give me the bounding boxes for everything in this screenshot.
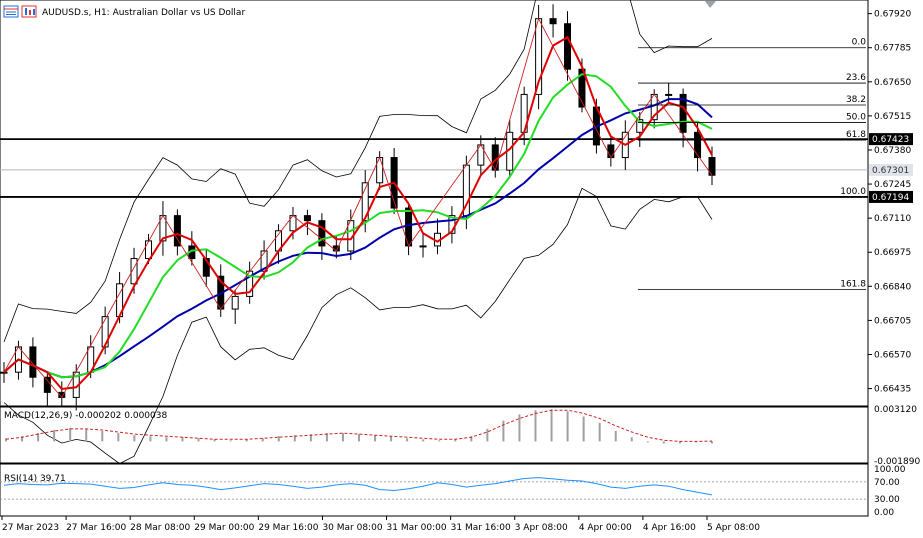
main-chart-panel [0, 0, 869, 407]
candle-body [694, 131, 702, 159]
rsi-label: RSI(14) 39.71 [4, 474, 66, 484]
candle-body [665, 93, 673, 96]
candle-body [303, 215, 311, 222]
candle-body [419, 245, 427, 248]
time-tick-label: 27 Mar 2023 [2, 523, 59, 533]
rsi-panel [0, 463, 869, 517]
fib-level-label: 38.2 [846, 95, 866, 105]
fib-level-label: 100.0 [840, 187, 866, 197]
price-tick-label: 0.67920 [874, 10, 911, 20]
price-tick-label: 0.67515 [874, 112, 911, 122]
fib-level-label: 23.6 [846, 73, 866, 83]
price-tick-label: 0.66570 [874, 351, 911, 361]
time-tick-label: 29 Mar 00:00 [194, 523, 254, 533]
rsi-tick-label: 0.00 [874, 508, 894, 518]
symbol-title: AUDUSD.s, H1: Australian Dollar vs US Do… [42, 8, 245, 18]
price-tick-label: 0.67380 [874, 146, 911, 156]
candle-body [564, 23, 572, 70]
rsi-tick-label: 100.00 [874, 465, 906, 475]
bar-chart-icon[interactable] [21, 5, 37, 18]
price-tick-label: 0.66975 [874, 248, 911, 258]
candle-body [0, 371, 8, 374]
price-label: 0.67194 [872, 193, 909, 203]
candle-body [231, 295, 239, 310]
fib-level-label: 50.0 [846, 112, 866, 122]
macd-tick-label: 0.003120 [874, 405, 917, 415]
candle-body [144, 240, 152, 260]
rsi-tick-label: 70.00 [874, 478, 900, 488]
time-tick-label: 30 Mar 08:00 [322, 523, 382, 533]
price-label: 0.67423 [872, 135, 909, 145]
price-tick-label: 0.67785 [874, 44, 911, 54]
candle-body [29, 346, 37, 378]
price-tick-label: 0.67245 [874, 180, 911, 190]
rsi-tick-label: 30.00 [874, 495, 900, 505]
price-tick-label: 0.66705 [874, 316, 911, 326]
price-tick-label: 0.66435 [874, 385, 911, 395]
price-label: 0.67301 [872, 166, 909, 176]
time-tick-label: 3 Apr 08:00 [515, 523, 568, 533]
fib-level-label: 61.8 [846, 130, 866, 140]
trading-chart[interactable]: AUDUSD.s, H1: Australian Dollar vs US Do… [0, 0, 923, 538]
chart-grid-icon[interactable] [3, 5, 19, 18]
candle-body [173, 215, 181, 247]
time-axis: 27 Mar 2023 27 Mar 16:00 28 Mar 08:00 29 Ma… [1, 516, 760, 533]
time-tick-label: 27 Mar 16:00 [66, 523, 126, 533]
candle-body [549, 18, 557, 25]
price-tick-label: 0.67110 [874, 214, 911, 224]
price-tick-label: 0.67650 [874, 78, 911, 88]
candle-body [43, 376, 51, 393]
macd-label: MACD(12,26,9) -0.000202 0.000038 [4, 411, 167, 421]
time-tick-label: 29 Mar 16:00 [258, 523, 318, 533]
time-tick-label: 31 Mar 00:00 [387, 523, 447, 533]
fib-level-label: 0.0 [852, 38, 867, 48]
time-tick-label: 4 Apr 16:00 [643, 523, 696, 533]
price-axis: 0.67920 0.67785 0.67650 0.67515 0.67380 0.672… [868, 10, 913, 395]
price-tick-label: 0.66840 [874, 282, 911, 292]
time-tick-label: 4 Apr 00:00 [579, 523, 632, 533]
time-tick-label: 28 Mar 08:00 [130, 523, 190, 533]
time-tick-label: 31 Mar 16:00 [451, 523, 511, 533]
candle-body [607, 144, 615, 159]
time-tick-label: 5 Apr 08:00 [707, 523, 760, 533]
candle-body [318, 220, 326, 247]
fib-level-label: 161.8 [840, 280, 866, 290]
